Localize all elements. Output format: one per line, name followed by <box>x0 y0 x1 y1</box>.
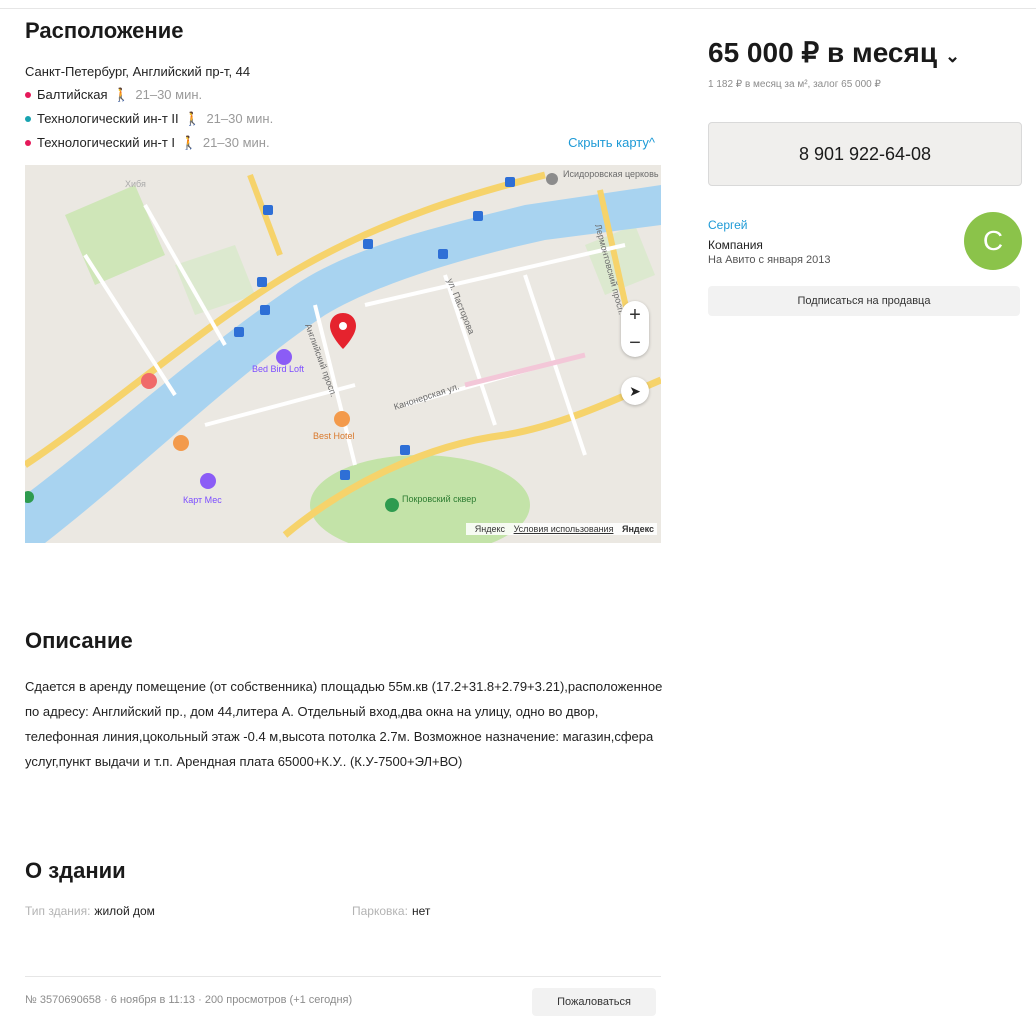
building-type: Тип здания: жилой дом <box>25 904 155 918</box>
phone-button[interactable]: 8 901 922-64-08 <box>708 122 1022 186</box>
map-label: Покровский сквер <box>402 494 476 504</box>
metro-station: Технологический ин-т I <box>37 135 176 150</box>
map-provider[interactable]: Яндекс <box>475 524 505 534</box>
map-terms-link[interactable]: Условия использования <box>514 524 614 534</box>
poi-marker-icon[interactable] <box>173 435 189 451</box>
hotel-icon[interactable] <box>334 411 350 427</box>
building-parking: Парковка: нет <box>352 904 430 918</box>
park-icon[interactable] <box>385 498 399 512</box>
location-section: Расположение Санкт-Петербург, Английский… <box>25 18 661 543</box>
metro-item: Технологический ин-т I 🚶 21–30 мин. Скрыт… <box>25 131 661 155</box>
complain-button[interactable]: Пожаловаться <box>532 988 656 1016</box>
zoom-out-button[interactable]: − <box>621 329 649 357</box>
metro-item: Технологический ин-т II 🚶 21–30 мин. <box>25 107 661 131</box>
map-label: Best Hotel <box>313 431 355 441</box>
map-label: Карт Мес <box>183 495 222 505</box>
map-canvas[interactable]: Исидоровская церковь Хибя Bed Bird Loft … <box>25 165 661 543</box>
top-divider <box>0 8 1036 9</box>
walking-icon: 🚶 <box>113 87 130 102</box>
listing-meta: № 3570690658 · 6 ноября в 11:13 · 200 пр… <box>25 994 353 1006</box>
metro-line-dot <box>25 91 31 98</box>
location-title: Расположение <box>25 18 184 43</box>
map-footer: Яндекс Условия использования Яндекс <box>465 523 657 535</box>
description-text: Сдается в аренду помещение (от собственн… <box>25 679 663 769</box>
building-title: О здании <box>25 858 126 883</box>
chevron-down-icon[interactable]: ⌄ <box>945 46 960 66</box>
map-label: Bed Bird Loft <box>252 364 305 374</box>
poi-marker-icon[interactable] <box>200 473 216 489</box>
poi-marker-icon[interactable] <box>141 373 157 389</box>
footer-divider <box>25 976 661 977</box>
parking-value: нет <box>411 904 431 918</box>
locate-icon[interactable]: ➤ <box>621 377 649 405</box>
price-details: 1 182 ₽ в месяц за м², залог 65 000 ₽ <box>708 79 881 90</box>
metro-time: 21–30 мин. <box>206 111 274 126</box>
metro-station: Балтийская <box>37 87 108 102</box>
zoom-in-button[interactable]: + <box>621 301 649 329</box>
seller-info: Сергей Компания На Авито с января 2013 С <box>708 212 1022 288</box>
price-value: 65 000 ₽ в месяц <box>708 37 938 68</box>
metro-item: Балтийская 🚶 21–30 мин. <box>25 83 661 107</box>
sidebar: 65 000 ₽ в месяц ⌄ 1 182 ₽ в месяц за м²,… <box>708 36 1022 316</box>
hotel-icon[interactable] <box>276 349 292 365</box>
church-icon[interactable] <box>546 173 558 185</box>
building-type-value: жилой дом <box>94 904 155 918</box>
metro-time: 21–30 мин. <box>202 135 270 150</box>
metro-line-dot <box>25 139 31 146</box>
map-label: Хибя <box>125 179 146 189</box>
metro-station: Технологический ин-т II <box>37 111 179 126</box>
map-label: Исидоровская церковь <box>563 169 659 179</box>
price[interactable]: 65 000 ₽ в месяц ⌄ <box>708 36 1022 69</box>
avatar[interactable]: С <box>964 212 1022 270</box>
map[interactable]: Исидоровская церковь Хибя Bed Bird Loft … <box>25 165 661 543</box>
subscribe-button[interactable]: Подписаться на продавца <box>708 286 1020 316</box>
hide-map-link[interactable]: Скрыть карту^ <box>568 131 655 155</box>
address: Санкт-Петербург, Английский пр-т, 44 <box>25 64 251 79</box>
metro-line-dot <box>25 115 31 122</box>
yandex-logo[interactable]: Яндекс <box>622 524 654 534</box>
walking-icon: 🚶 <box>184 111 201 126</box>
metro-list: Балтийская 🚶 21–30 мин. Технологический и… <box>25 83 661 155</box>
building-type-label: Тип здания: <box>25 904 91 918</box>
parking-label: Парковка: <box>352 904 408 918</box>
metro-time: 21–30 мин. <box>135 87 203 102</box>
description-title: Описание <box>25 628 133 653</box>
walking-icon: 🚶 <box>180 135 197 150</box>
zoom-control: + − <box>621 301 649 357</box>
